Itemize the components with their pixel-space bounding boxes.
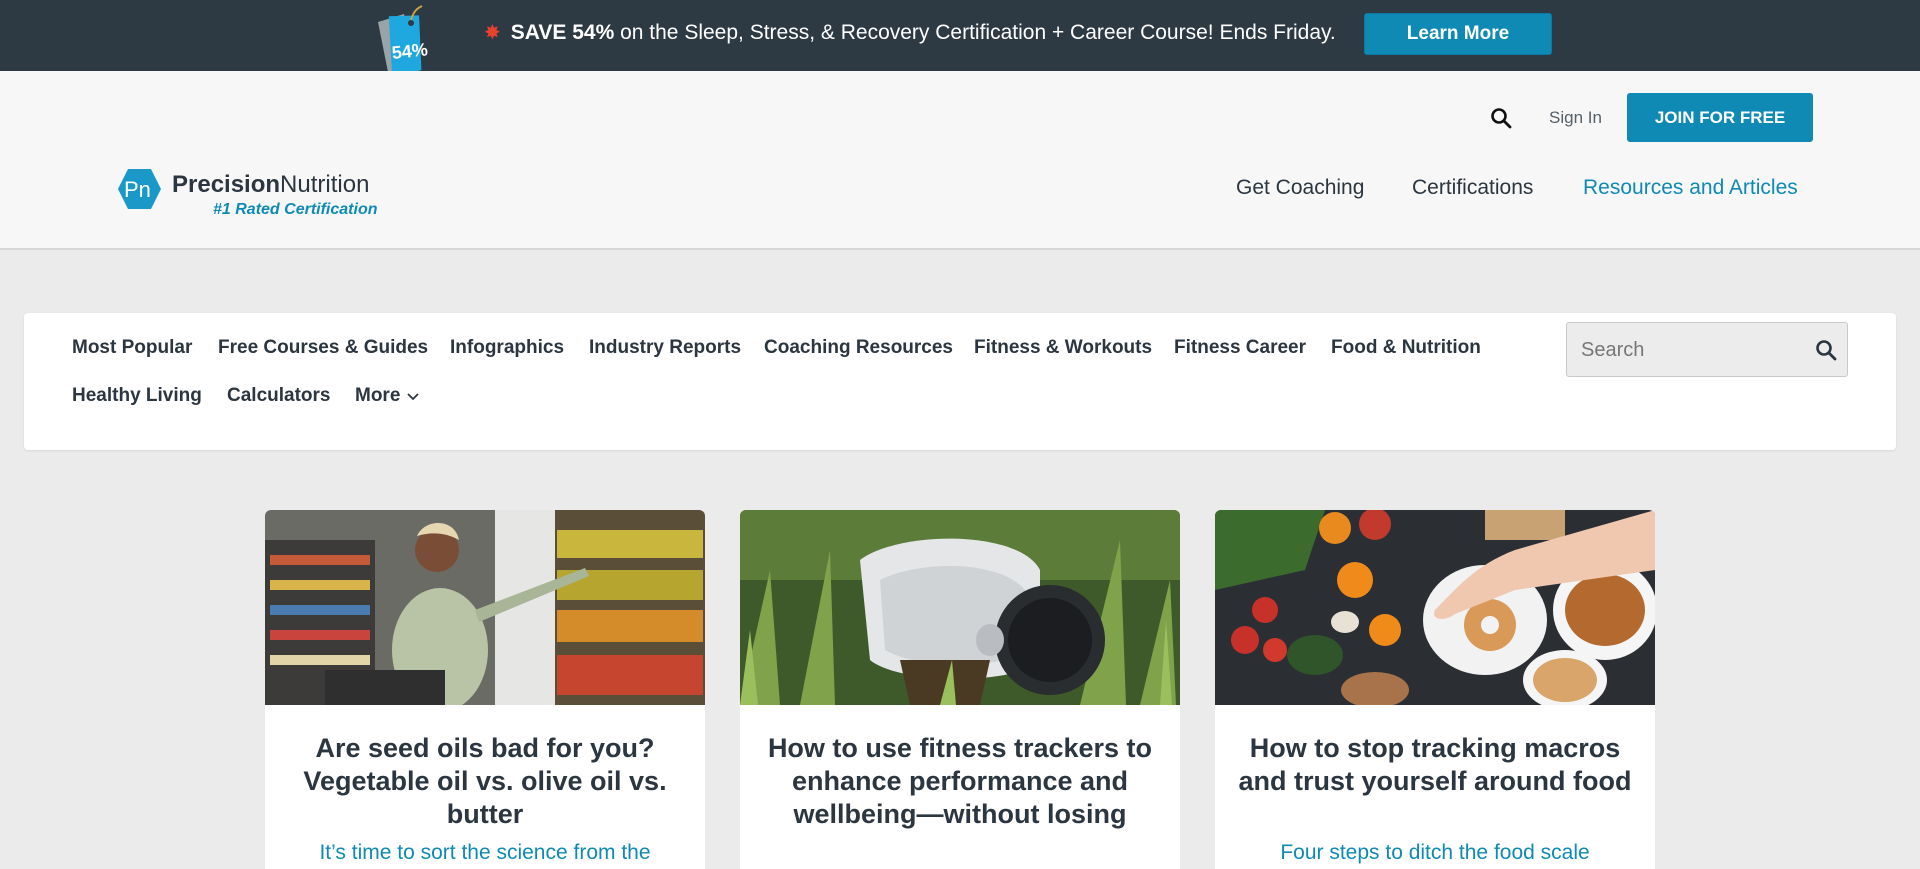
join-for-free-button[interactable]: JOIN FOR FREE (1627, 93, 1813, 142)
article-card[interactable]: How to stop tracking macros and trust yo… (1215, 510, 1655, 869)
article-search-box (1566, 322, 1848, 377)
category-more-label: More (355, 385, 401, 406)
search-input[interactable] (1581, 335, 1801, 365)
category-fitness-workouts[interactable]: Fitness & Workouts (974, 337, 1152, 359)
category-food-nutrition[interactable]: Food & Nutrition (1331, 337, 1481, 359)
sign-in-link[interactable]: Sign In (1549, 108, 1602, 128)
category-menu: Most Popular Free Courses & Guides Infog… (24, 313, 1896, 450)
logo-tagline: #1 Rated Certification (213, 201, 378, 218)
category-more-dropdown[interactable]: More (355, 385, 420, 407)
article-title[interactable]: How to stop tracking macros and trust yo… (1235, 732, 1635, 798)
article-title[interactable]: Are seed oils bad for you? Vegetable oil… (285, 732, 685, 831)
article-thumbnail-fitness-tracker (740, 510, 1180, 705)
category-free-courses-guides[interactable]: Free Courses & Guides (218, 337, 428, 359)
nav-get-coaching[interactable]: Get Coaching (1236, 176, 1364, 200)
category-most-popular[interactable]: Most Popular (72, 337, 192, 359)
nav-resources-and-articles[interactable]: Resources and Articles (1583, 176, 1798, 200)
category-industry-reports[interactable]: Industry Reports (589, 337, 741, 359)
category-calculators[interactable]: Calculators (227, 385, 330, 407)
category-infographics[interactable]: Infographics (450, 337, 564, 359)
logo-wordmark-bold: Precision (172, 171, 281, 198)
article-subtitle: Four steps to ditch the food scale (1280, 841, 1590, 864)
category-fitness-career[interactable]: Fitness Career (1174, 337, 1306, 359)
burst-icon: ✸ (484, 22, 501, 44)
promo-banner: 54% ✸ SAVE 54% on the Sleep, Stress, & Re… (0, 0, 1920, 79)
category-coaching-resources[interactable]: Coaching Resources (764, 337, 953, 359)
nav-certifications[interactable]: Certifications (1412, 176, 1533, 200)
article-subtitle: It’s time to sort the science from the (319, 841, 651, 864)
logo-hexagon-icon: Pn (118, 169, 161, 209)
learn-more-button[interactable]: Learn More (1364, 13, 1552, 55)
category-healthy-living[interactable]: Healthy Living (72, 385, 202, 407)
logo-mark: Pn (124, 177, 151, 202)
article-thumbnail-food-spread (1215, 510, 1655, 705)
site-header: Sign In JOIN FOR FREE Pn PrecisionNutrit… (0, 71, 1920, 250)
article-card[interactable]: How to use fitness trackers to enhance p… (740, 510, 1180, 869)
search-icon[interactable] (1815, 339, 1837, 361)
promo-tag-text: 54% (391, 39, 429, 63)
logo-wordmark-rest: Nutrition (280, 171, 370, 198)
promo-body: on the Sleep, Stress, & Recovery Certifi… (614, 21, 1336, 44)
chevron-down-icon (407, 393, 420, 401)
search-icon[interactable] (1490, 107, 1512, 129)
article-card[interactable]: Are seed oils bad for you? Vegetable oil… (265, 510, 705, 869)
article-title[interactable]: How to use fitness trackers to enhance p… (760, 732, 1160, 831)
logo-wordmark: PrecisionNutrition (172, 171, 369, 199)
article-thumbnail-seed-oils (265, 510, 705, 705)
promo-message: ✸ SAVE 54% on the Sleep, Stress, & Recove… (484, 20, 1336, 45)
promo-highlight: SAVE 54% (510, 21, 615, 44)
